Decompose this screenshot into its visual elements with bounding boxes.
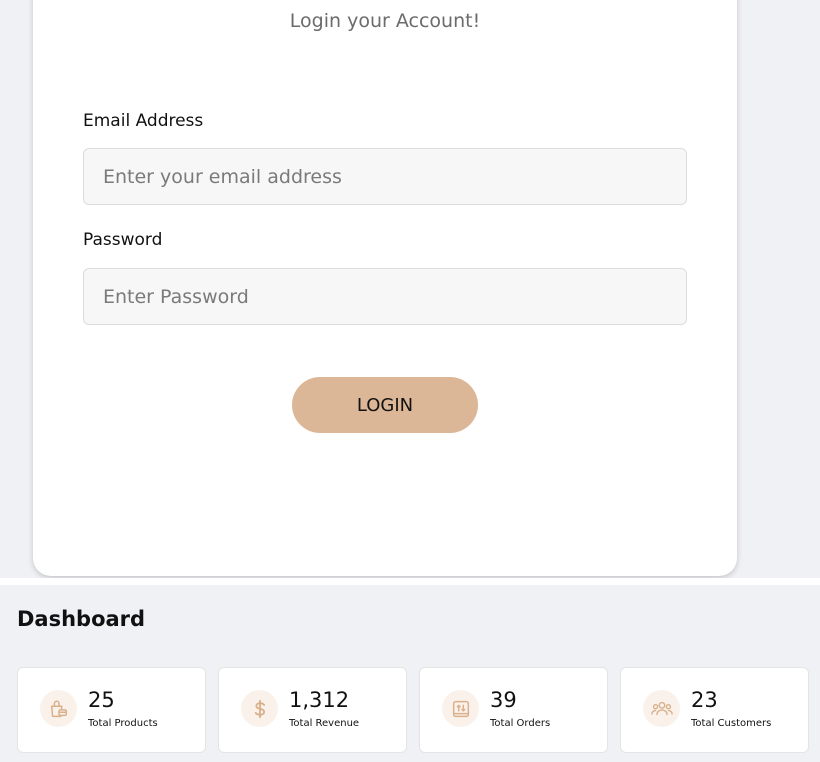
login-button[interactable]: LOGIN — [292, 377, 478, 433]
stat-value: 39 — [490, 688, 517, 712]
shopping-bag-icon — [40, 690, 77, 727]
dashboard-title: Dashboard — [17, 607, 146, 631]
password-label: Password — [83, 230, 163, 250]
login-section: Login your Account! Email Address Passwo… — [0, 0, 820, 578]
email-input[interactable] — [83, 148, 687, 205]
dashboard-section: Dashboard 25 Total Products 1,312 Total … — [0, 585, 820, 762]
stat-label: Total Products — [88, 718, 158, 729]
stat-label: Total Customers — [691, 718, 772, 729]
package-icon — [442, 690, 479, 727]
stat-value: 25 — [88, 688, 115, 712]
stat-value: 23 — [691, 688, 718, 712]
stat-card-total-orders: 39 Total Orders — [419, 667, 608, 753]
section-divider — [0, 578, 820, 585]
stat-value: 1,312 — [289, 688, 350, 712]
email-label: Email Address — [83, 111, 204, 131]
password-input[interactable] — [83, 268, 687, 325]
stat-card-total-customers: 23 Total Customers — [620, 667, 809, 753]
users-icon — [643, 690, 680, 727]
stat-label: Total Revenue — [289, 718, 360, 729]
stat-card-total-revenue: 1,312 Total Revenue — [218, 667, 407, 753]
dollar-icon — [241, 690, 278, 727]
login-card: Login your Account! Email Address Passwo… — [33, 0, 737, 576]
stat-card-total-products: 25 Total Products — [17, 667, 206, 753]
stat-label: Total Orders — [490, 718, 551, 729]
login-title: Login your Account! — [289, 10, 481, 32]
